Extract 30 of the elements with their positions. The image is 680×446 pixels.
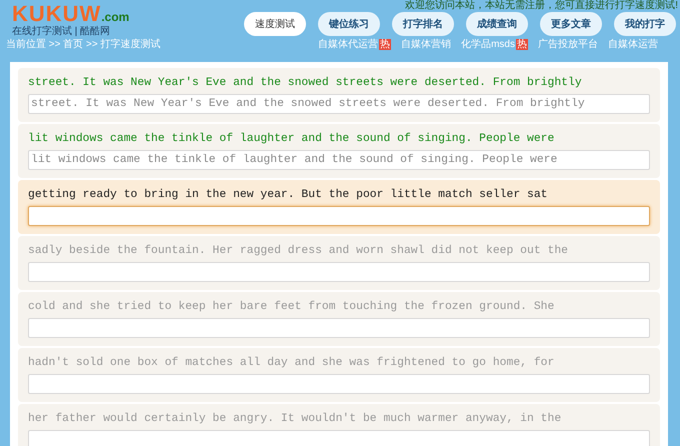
nav-cloud-button[interactable]: 成绩查询 [466,12,528,36]
typing-input[interactable] [28,262,650,282]
typing-input[interactable] [28,206,650,226]
hot-badge: 热 [516,38,528,50]
nav-cloud-button[interactable]: 我的打字 [614,12,676,36]
nav-cloud-button[interactable]: 更多文章 [540,12,602,36]
source-text: getting ready to bring in the new year. But the poor little match seller sat [28,188,548,203]
header-link[interactable]: 自媒体营销 [401,36,452,52]
header-link[interactable]: 自媒体代运营 [318,36,378,52]
source-text: sadly beside the fountain. Her ragged dress and worn shawl did not keep out the [28,244,570,259]
source-text: hadn't sold one box of matches all day and she was frightened to go home, for [28,356,556,371]
hot-badge: 热 [379,38,392,50]
header-link[interactable]: 广告投放平台 [538,36,598,52]
source-text: street. It was New Year's Eve and the snowed streets were deserted. From brightly [28,76,583,91]
source-text: lit windows came the tinkle of laughter and the sound of singing. People were [28,132,556,147]
breadcrumb: 当前位置 >> 首页 >> 打字速度测试 [5,38,160,52]
logo-tagline: 在线打字测试 | 酷酷网 [12,26,112,37]
nav-cloud-button[interactable]: 键位练习 [318,12,380,36]
typing-input[interactable]: street. It was New Year's Eve and the snowed streets were deserted. From brightly [28,94,650,114]
logo-suffix: .com [101,9,130,26]
source-text: cold and she tried to keep her bare feet from touching the frozen ground. She [28,300,556,315]
typing-input[interactable] [28,374,650,394]
typing-input[interactable] [28,318,650,338]
header-link[interactable]: 自媒体运营 [608,36,658,52]
nav-cloud-button[interactable]: 打字排名 [392,12,454,36]
typing-input[interactable]: lit windows came the tinkle of laughter and the sound of singing. People were [28,150,650,170]
typing-input[interactable] [28,430,650,446]
header-link[interactable]: 化学品msds [461,36,515,52]
source-text: her father would certainly be angry. It wouldn't be much warmer anyway, in the [28,412,562,427]
nav-cloud-button[interactable]: 速度测试 [244,12,306,36]
